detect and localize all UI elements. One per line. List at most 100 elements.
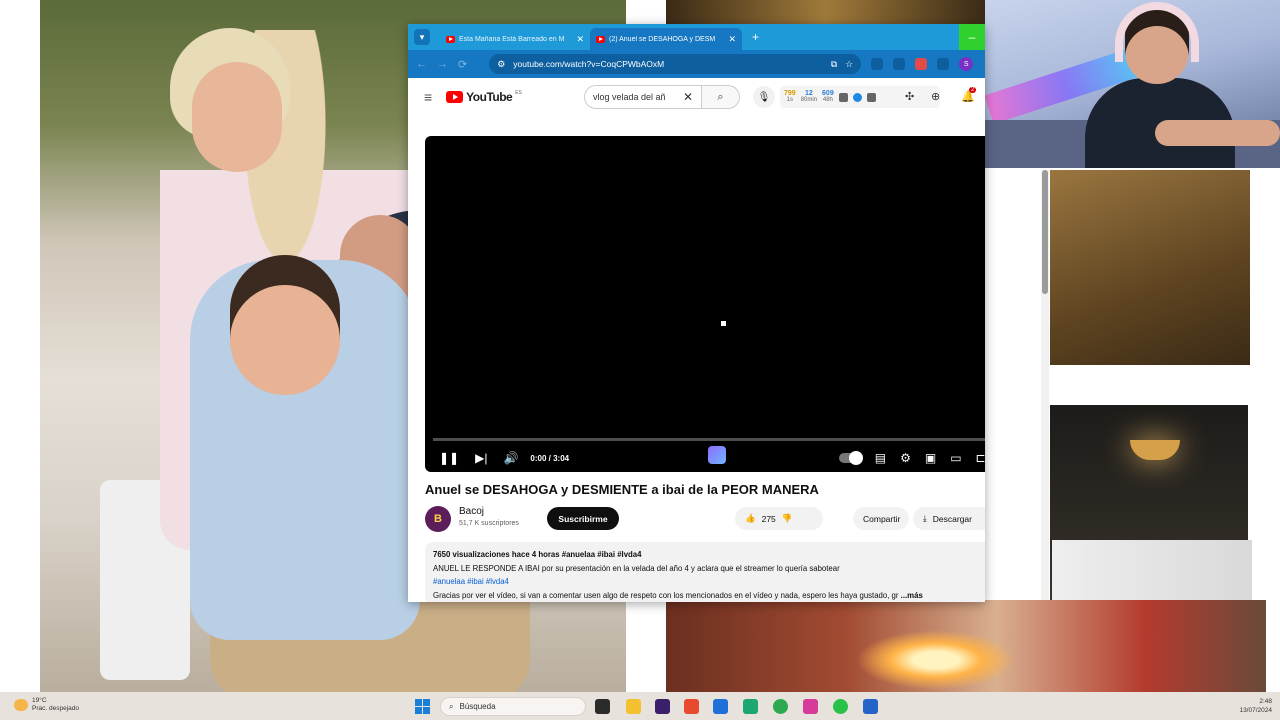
create-video-icon[interactable]: ⊕ xyxy=(931,90,940,103)
extension-icon[interactable] xyxy=(893,58,906,70)
youtube-favicon-icon xyxy=(446,35,455,43)
reload-icon[interactable]: ⟳ xyxy=(458,58,467,71)
extension-icon[interactable] xyxy=(838,92,848,102)
download-icon: ⤓ xyxy=(923,513,927,523)
extension-icon[interactable] xyxy=(915,58,928,70)
app-icon[interactable] xyxy=(863,699,878,714)
pause-icon[interactable]: ❚❚ xyxy=(439,451,459,465)
list-icon[interactable] xyxy=(866,92,876,102)
chrome-icon[interactable] xyxy=(773,699,788,714)
share-label: Compartir xyxy=(863,513,901,524)
tab-search-button[interactable]: ▾ xyxy=(414,29,430,45)
cast-icon[interactable]: ⊏ xyxy=(976,451,985,465)
miniplayer-icon[interactable]: ▣ xyxy=(925,451,936,465)
address-bar[interactable]: ⚙ youtube.com/watch?v=CoqCPWbAOxM ⧉ ☆ xyxy=(489,54,862,74)
like-button[interactable]: 👍 275 👎 xyxy=(735,507,823,530)
browser-window: ▾ Esta Mañana Está Barreado en M ✕ (2) A… xyxy=(408,24,985,602)
tab-2-active[interactable]: (2) Anuel se DESAHOGA y DESM ✕ xyxy=(590,28,742,50)
bookmark-star-icon[interactable]: ☆ xyxy=(845,59,853,70)
like-count: 275 xyxy=(761,513,776,524)
tab-title: Esta Mañana Está Barreado en M xyxy=(459,35,565,43)
minimize-button[interactable]: – xyxy=(959,24,985,50)
show-more-link[interactable]: ...más xyxy=(901,591,923,600)
windows-taskbar: 19°C Prac. despejado ⌕ Búsqueda 2:48 13/… xyxy=(0,692,1280,720)
clear-search-icon[interactable]: ✕ xyxy=(683,90,693,104)
player-controls: ❚❚ ▶| 🔊 0:00 / 3:04 ▤ ⚙ ▣ ▭ ⊏ ⛶ xyxy=(425,444,985,472)
search-button[interactable]: ⌕ xyxy=(702,85,740,109)
description-hashtags[interactable]: #anuelaa #ibai #lvda4 xyxy=(433,575,985,589)
file-explorer-icon[interactable] xyxy=(626,699,641,714)
thumbs-down-icon[interactable]: 👎 xyxy=(782,513,793,524)
subscribe-button[interactable]: Suscribirme xyxy=(547,507,619,530)
description-line: Gracias por ver el vídeo, si van a comen… xyxy=(433,589,985,603)
back-icon[interactable]: ← xyxy=(416,58,427,70)
theater-mode-icon[interactable]: ▭ xyxy=(950,451,961,465)
next-icon[interactable]: ▶| xyxy=(475,451,487,465)
autoplay-toggle[interactable] xyxy=(838,451,863,465)
owner-row: B Bacoj 51,7 K suscriptores Suscribirme … xyxy=(425,504,985,534)
subscriber-count: 51,7 K suscriptores xyxy=(459,520,519,527)
url-text[interactable]: youtube.com/watch?v=CoqCPWbAOxM xyxy=(513,59,822,69)
hamburger-menu-icon[interactable]: ≡ xyxy=(424,89,432,105)
photo-grandmother-face xyxy=(192,62,282,172)
app-icon[interactable] xyxy=(684,699,699,714)
extension-icon[interactable] xyxy=(871,58,884,70)
store-icon[interactable] xyxy=(713,699,728,714)
youtube-header: ≡ YouTube ES vlog velada del añ ✕ ⌕ 🎙 79… xyxy=(408,78,985,116)
description-box[interactable]: 7650 visualizaciones hace 4 horas #anuel… xyxy=(425,542,985,602)
download-button[interactable]: ⤓ Descargar xyxy=(913,507,985,530)
photo-boy-head xyxy=(230,255,340,395)
player-controls-right: ▤ ⚙ ▣ ▭ ⊏ ⛶ xyxy=(838,451,985,466)
app-icon[interactable] xyxy=(743,699,758,714)
app-icon[interactable] xyxy=(655,699,670,714)
profile-avatar[interactable]: S xyxy=(959,57,974,71)
extension-icon[interactable] xyxy=(852,92,862,102)
whatsapp-icon[interactable] xyxy=(833,699,848,714)
search-input[interactable]: vlog velada del añ ✕ xyxy=(584,85,702,109)
new-tab-button[interactable]: + xyxy=(752,30,759,44)
search-icon: ⌕ xyxy=(449,701,454,711)
stat-value: 609 xyxy=(822,90,834,97)
taskbar-search[interactable]: ⌕ Búsqueda xyxy=(440,697,586,716)
notification-badge: 2 xyxy=(969,87,977,93)
stat-unit: 1s xyxy=(786,97,794,103)
weather-widget[interactable]: 19°C Prac. despejado xyxy=(14,697,79,713)
close-icon[interactable]: ✕ xyxy=(576,34,584,45)
settings-gear-icon[interactable]: ⚙ xyxy=(900,451,911,465)
forward-icon[interactable]: → xyxy=(437,58,448,70)
system-clock[interactable]: 2:48 13/07/2024 xyxy=(1239,697,1272,715)
stat-unit: 80min xyxy=(800,97,818,103)
voice-search-button[interactable]: 🎙 xyxy=(753,86,775,108)
close-icon[interactable]: ✕ xyxy=(728,34,736,45)
stat-minutes: 12 80min xyxy=(801,90,817,104)
webcam-headset xyxy=(1115,2,1199,62)
webcam-streamer-arm xyxy=(1155,120,1280,146)
description-meta: 7650 visualizaciones hace 4 horas #anuel… xyxy=(433,548,985,562)
youtube-logo[interactable]: YouTube ES xyxy=(446,90,522,104)
views-and-date: 7650 visualizaciones hace 4 horas xyxy=(433,550,560,559)
video-player[interactable]: ❚❚ ▶| 🔊 0:00 / 3:04 ▤ ⚙ ▣ ▭ ⊏ ⛶ xyxy=(425,136,985,472)
tab-1[interactable]: Esta Mañana Está Barreado en M ✕ xyxy=(440,28,590,50)
share-button[interactable]: Compartir xyxy=(853,507,909,530)
progress-bar[interactable] xyxy=(433,438,985,441)
scrollbar-thumb[interactable] xyxy=(1042,170,1048,294)
page-scrollbar[interactable] xyxy=(1041,170,1049,600)
volume-icon[interactable]: 🔊 xyxy=(503,451,518,465)
channel-name[interactable]: Bacoj xyxy=(459,506,484,517)
time-display: 0:00 / 3:04 xyxy=(530,453,570,463)
subtitles-icon[interactable]: ▤ xyxy=(875,451,886,465)
stat-viewers: 799 1s xyxy=(784,90,796,104)
site-info-icon[interactable]: ⚙ xyxy=(497,59,505,70)
live-icon[interactable]: ✣ xyxy=(905,90,914,103)
taskbar-search-placeholder: Búsqueda xyxy=(459,702,496,711)
thumbs-up-icon: 👍 xyxy=(745,513,756,523)
browser-toolbar: ← → ⟳ ⚙ youtube.com/watch?v=CoqCPWbAOxM … xyxy=(408,50,985,78)
weather-sun-icon xyxy=(14,699,28,711)
instagram-icon[interactable] xyxy=(803,699,818,714)
channel-avatar[interactable]: B xyxy=(425,506,451,532)
start-button[interactable] xyxy=(415,699,430,714)
task-view-icon[interactable] xyxy=(595,699,610,714)
extensions-puzzle-icon[interactable] xyxy=(937,58,950,70)
cast-page-icon[interactable]: ⧉ xyxy=(831,59,837,70)
stat-unit: 48h xyxy=(822,97,833,103)
